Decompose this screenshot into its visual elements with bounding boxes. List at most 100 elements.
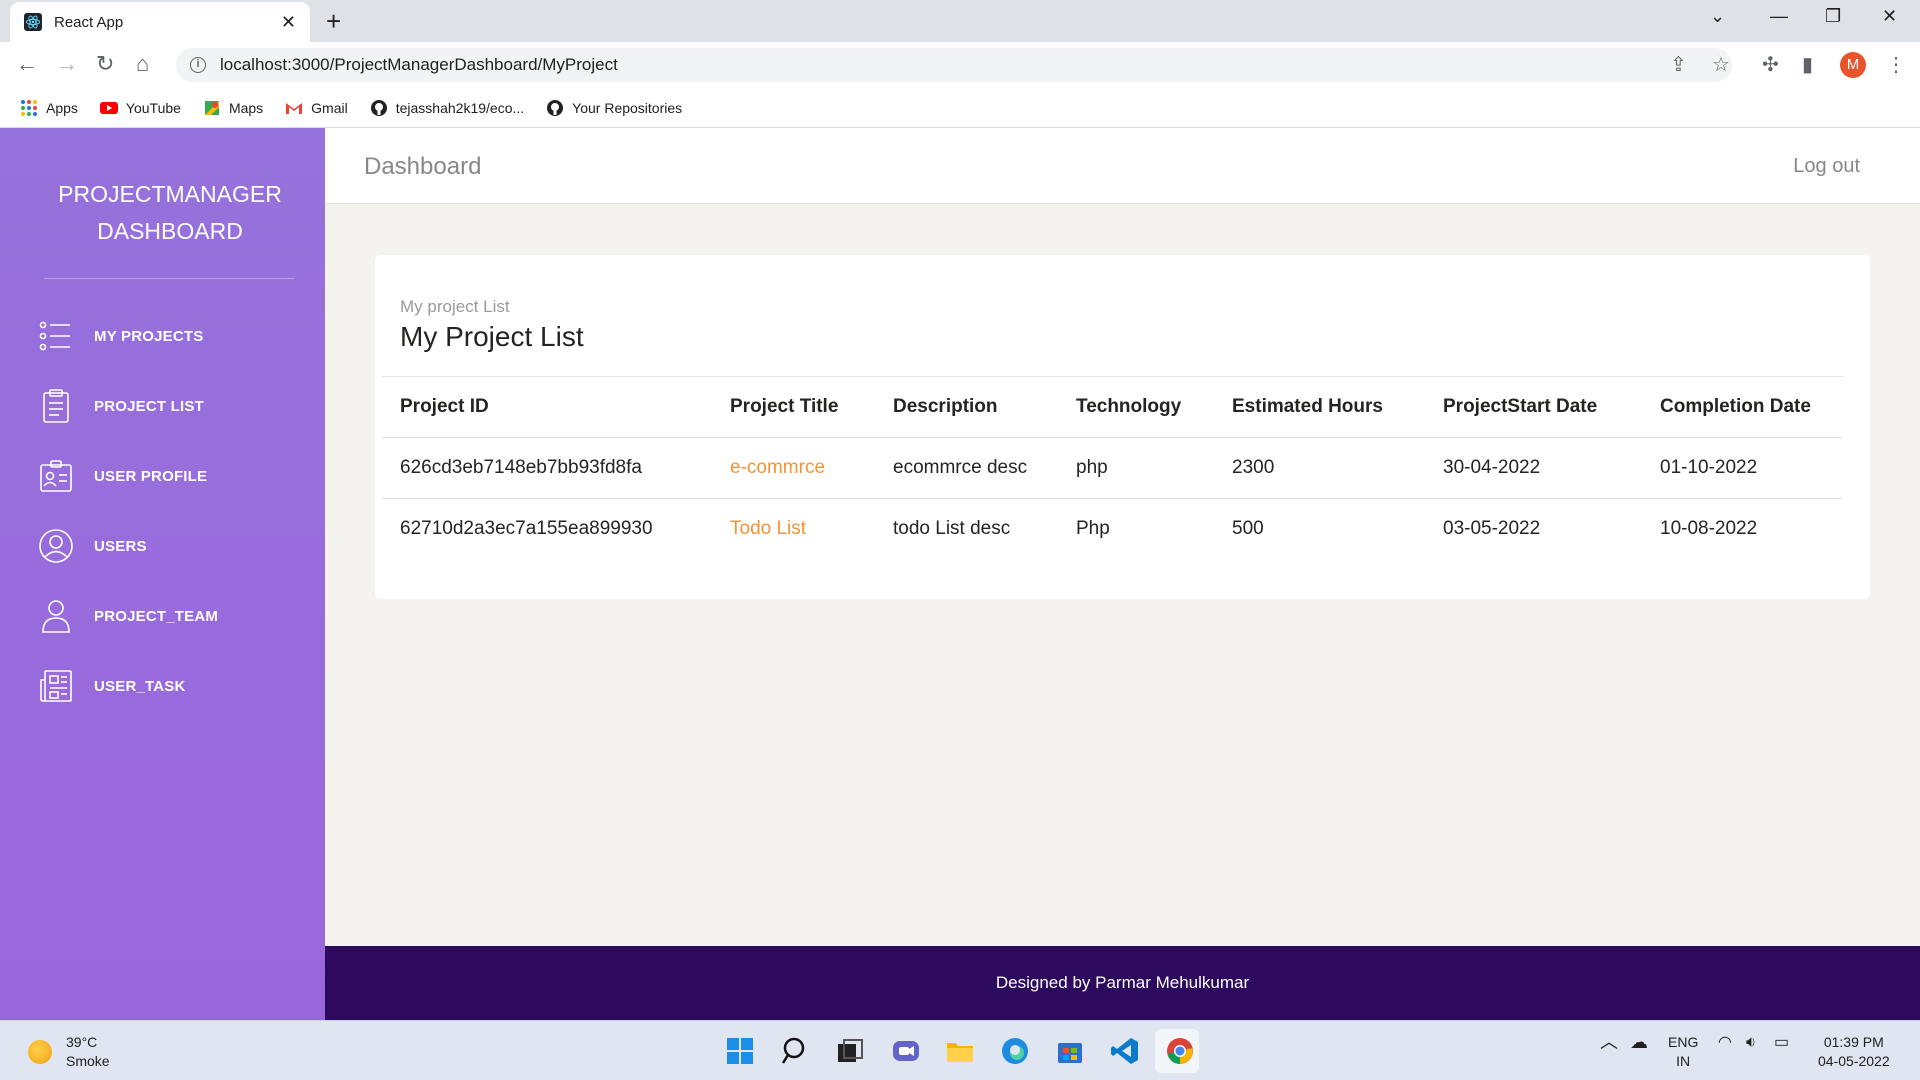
bookmark-github-repo[interactable]: tejasshah2k19/eco... — [370, 99, 524, 117]
bookmark-label: Maps — [228, 99, 264, 116]
bookmark-gmail[interactable]: Gmail — [285, 99, 348, 117]
project-id-cell: 62710d2a3ec7a155ea899930 — [400, 517, 653, 539]
sidebar-item-my-projects[interactable]: MY PROJECTS — [38, 318, 203, 354]
github-icon — [547, 99, 564, 116]
address-bar[interactable]: i localhost:3000/ProjectManagerDashboard… — [176, 48, 1732, 82]
bookmark-youtube[interactable]: YouTube — [99, 99, 181, 117]
sun-icon — [28, 1040, 52, 1064]
minimize-icon[interactable]: — — [1770, 6, 1788, 27]
projects-table: Project ID Project Title Description Tec… — [382, 377, 1842, 559]
reload-icon[interactable]: ↻ — [96, 52, 114, 76]
project-title-link[interactable]: e-commrce — [712, 437, 875, 499]
bookmark-label: Your Repositories — [572, 99, 683, 116]
column-header: Estimated Hours — [1214, 377, 1425, 438]
windows-start-icon[interactable] — [724, 1035, 756, 1067]
hours-cell: 500 — [1232, 517, 1264, 539]
apps-grid-icon — [21, 99, 37, 116]
window-close-icon[interactable]: ✕ — [1882, 6, 1897, 27]
bookmark-your-repositories[interactable]: Your Repositories — [546, 99, 682, 117]
restore-icon[interactable]: ❐ — [1825, 6, 1841, 27]
brand-title[interactable]: PROJECTMANAGER DASHBOARD — [0, 176, 340, 250]
top-navbar: Dashboard Log out — [325, 128, 1920, 204]
person-icon — [42, 600, 70, 633]
windows-taskbar: 39°C Smoke ︿ ☁ ENG IN ◠ 🔉︎ ▭ 01:39 PM 04… — [0, 1020, 1920, 1080]
project-list-card: My project List My Project List Project … — [375, 255, 1870, 599]
task-view-icon[interactable] — [834, 1035, 866, 1067]
battery-icon[interactable]: ▭ — [1774, 1033, 1789, 1052]
bookmark-label: Gmail — [311, 99, 348, 116]
sidebar-item-label: PROJECT LIST — [94, 397, 204, 415]
completion-date-cell: 01-10-2022 — [1642, 437, 1842, 499]
sidebar-item-user-profile[interactable]: USER PROFILE — [38, 458, 207, 494]
sidebar-item-project-team[interactable]: PROJECT_TEAM — [38, 598, 218, 634]
hours-cell: 2300 — [1214, 437, 1425, 499]
sidebar-item-label: USER_TASK — [94, 677, 186, 695]
chrome-icon[interactable] — [1164, 1035, 1196, 1067]
completion-date-cell: 10-08-2022 — [1660, 517, 1758, 539]
new-tab-icon[interactable]: + — [326, 8, 341, 34]
description-cell: ecommrce desc — [875, 437, 1058, 499]
back-icon[interactable]: ← — [16, 52, 38, 76]
bookmark-apps[interactable]: Apps — [20, 99, 78, 117]
profile-card-icon — [40, 460, 72, 492]
footer-credit: Designed by Parmar Mehulkumar — [995, 973, 1250, 992]
forward-icon[interactable]: → — [56, 52, 78, 76]
search-icon[interactable] — [780, 1035, 812, 1067]
region-code: IN — [1676, 1053, 1691, 1069]
language-code: ENG — [1668, 1034, 1699, 1050]
technology-cell: Php — [1076, 517, 1110, 539]
description-cell: todo List desc — [893, 517, 1011, 539]
wifi-icon[interactable]: ◠ — [1718, 1033, 1732, 1052]
maps-icon — [204, 100, 219, 115]
sidebar-item-label: PROJECT_TEAM — [94, 607, 219, 625]
table-row: 626cd3eb7148eb7bb93fd8fa e-commrce ecomm… — [382, 437, 1842, 499]
bookmark-maps[interactable]: Maps — [203, 99, 263, 117]
tray-overflow-icon[interactable]: ︿ — [1600, 1033, 1618, 1052]
language-indicator[interactable]: ENG IN — [1668, 1033, 1698, 1071]
menu-kebab-icon[interactable]: ⋮ — [1886, 52, 1906, 77]
gmail-icon — [286, 102, 303, 114]
bookmark-star-icon[interactable]: ☆ — [1712, 52, 1730, 77]
vscode-icon[interactable] — [1109, 1035, 1141, 1067]
profile-avatar[interactable]: M — [1840, 52, 1866, 78]
side-panel-icon[interactable]: ▮ — [1802, 52, 1813, 77]
bookmark-label: tejasshah2k19/eco... — [395, 99, 525, 116]
technology-cell: php — [1058, 437, 1214, 499]
site-info-icon[interactable]: i — [190, 57, 206, 73]
column-header: Completion Date — [1642, 377, 1842, 438]
logout-link[interactable]: Log out — [1793, 155, 1860, 178]
browser-toolbar: ← → ↻ ⌂ i localhost:3000/ProjectManagerD… — [0, 42, 1920, 88]
onedrive-cloud-icon[interactable]: ☁ — [1630, 1033, 1648, 1052]
store-icon[interactable] — [1054, 1035, 1086, 1067]
page-title[interactable]: Dashboard — [364, 153, 481, 181]
volume-icon[interactable]: 🔉︎ — [1746, 1033, 1756, 1052]
browser-tab[interactable]: React App ✕ — [10, 2, 310, 42]
clock[interactable]: 01:39 PM 04-05-2022 — [1818, 1033, 1890, 1071]
tab-search-icon[interactable]: ⌄ — [1710, 6, 1725, 27]
tab-title: React App — [54, 13, 124, 31]
sidebar-item-users[interactable]: USERS — [38, 528, 147, 564]
sidebar-item-label: USERS — [94, 537, 147, 555]
sidebar-item-project-list[interactable]: PROJECT LIST — [38, 388, 204, 424]
project-title-link[interactable]: Todo List — [712, 498, 875, 559]
bookmarks-bar: Apps YouTube Maps Gmail tejasshah2k19/ec… — [0, 88, 1920, 128]
column-header: Description — [875, 377, 1058, 438]
edge-icon[interactable] — [999, 1035, 1031, 1067]
extensions-icon[interactable]: ✣ — [1762, 52, 1779, 77]
card-title: My Project List — [400, 321, 584, 352]
sidebar: PROJECTMANAGER DASHBOARD MY PROJECTS PRO… — [0, 128, 325, 1020]
file-explorer-icon[interactable] — [944, 1035, 976, 1067]
brand-line-2: DASHBOARD — [97, 218, 243, 244]
weather-condition: Smoke — [66, 1053, 110, 1069]
tab-close-icon[interactable]: ✕ — [281, 12, 296, 33]
teams-chat-icon[interactable] — [890, 1035, 922, 1067]
sidebar-divider — [44, 278, 294, 279]
clipboard-icon — [43, 389, 69, 423]
user-circle-icon — [39, 529, 73, 563]
share-icon[interactable]: ⇪ — [1670, 52, 1687, 77]
main-content: My project List My Project List Project … — [325, 204, 1920, 946]
sidebar-item-user-task[interactable]: USER_TASK — [38, 668, 186, 704]
weather-widget[interactable]: 39°C Smoke — [28, 1033, 110, 1071]
home-icon[interactable]: ⌂ — [136, 52, 149, 76]
column-header: ProjectStart Date — [1425, 377, 1642, 438]
